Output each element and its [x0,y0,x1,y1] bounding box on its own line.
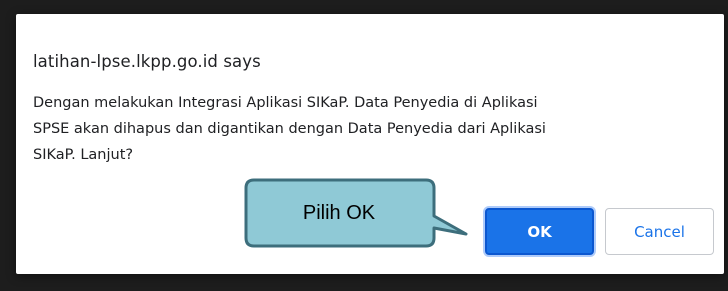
dialog-title: latihan-lpse.lkpp.go.id says [33,52,261,71]
message-line: SPSE akan dihapus dan digantikan dengan … [33,121,546,137]
message-line: Dengan melakukan Integrasi Aplikasi SIKa… [33,95,538,111]
dialog-message: Dengan melakukan Integrasi Aplikasi SIKa… [33,90,723,168]
callout-text: Pilih OK [302,201,376,224]
message-line: SIKaP. Lanjut? [33,147,134,163]
cancel-button[interactable]: Cancel [605,208,714,255]
screen-backdrop: latihan-lpse.lkpp.go.id says Dengan mela… [0,0,728,291]
instruction-callout: Pilih OK [244,178,470,248]
ok-button[interactable]: OK [485,208,594,255]
